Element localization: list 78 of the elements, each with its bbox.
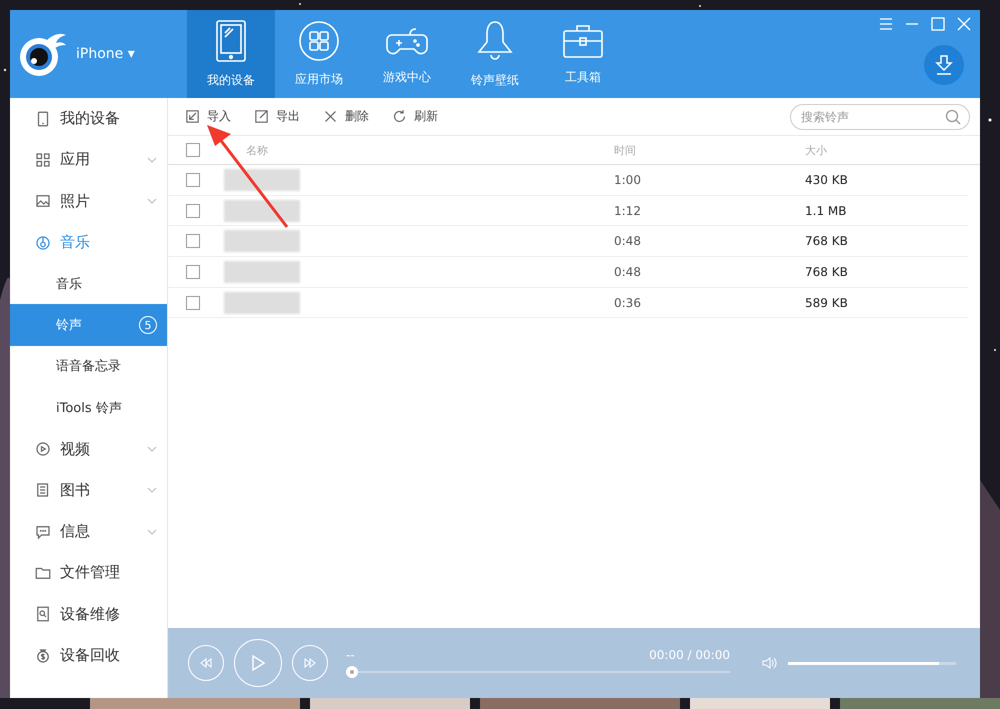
table-cell-text: 1:12: [614, 204, 642, 218]
grid-icon: [34, 150, 52, 169]
maximize-icon[interactable]: [930, 16, 946, 32]
previous-button[interactable]: [188, 645, 224, 681]
sidebar-item[interactable]: 我的设备: [10, 98, 167, 140]
sidebar-item[interactable]: 图书: [10, 470, 167, 511]
table-cell-text: 589 KB: [805, 296, 849, 310]
sidebar-item[interactable]: 设备回收: [10, 634, 167, 676]
import-icon: [184, 108, 201, 125]
track-title: --: [346, 648, 355, 662]
checkbox[interactable]: [186, 143, 200, 157]
table-cell-text: 1.1 MB: [805, 204, 848, 218]
sidebar-subitem[interactable]: iTools 铃声: [10, 387, 167, 428]
table-cell-text: 0:36: [614, 296, 642, 310]
sidebar-label: 设备回收: [60, 646, 121, 665]
table-cell-text: 430 KB: [805, 172, 849, 187]
menu-icon[interactable]: [878, 16, 894, 32]
sidebar-label: 我的设备: [60, 109, 121, 128]
search-field[interactable]: 搜索铃声: [790, 104, 970, 130]
checkbox[interactable]: [186, 172, 200, 187]
count-badge: 5: [139, 316, 157, 334]
close-icon[interactable]: [956, 16, 972, 32]
next-button[interactable]: [292, 645, 328, 681]
apps-icon: [299, 20, 339, 60]
sidebar-label: iTools 铃声: [56, 400, 123, 417]
checkbox[interactable]: [186, 204, 200, 218]
sidebar-label: 铃声: [56, 317, 83, 334]
sidebar-item[interactable]: 设备维修: [10, 594, 167, 635]
toolbar-button[interactable]: 导出: [253, 108, 300, 125]
table-cell-text: 1:00: [614, 172, 642, 187]
fast-forward-icon: [303, 658, 317, 668]
toolbar-button[interactable]: 删除: [322, 108, 369, 125]
sidebar-label: 照片: [60, 192, 91, 211]
table-cell-text: 0:48: [614, 264, 642, 279]
music-disc-icon: [34, 234, 52, 252]
sidebar-label: 设备维修: [60, 604, 121, 624]
toolbox-icon: [563, 22, 603, 58]
toolbar-button[interactable]: 导入: [184, 108, 231, 125]
refresh-icon: [391, 108, 408, 125]
sidebar-label: 应用: [60, 150, 91, 170]
sidebar-subitem[interactable]: 语音备忘录: [10, 346, 167, 388]
toolbar-button[interactable]: 刷新: [391, 108, 438, 125]
play-icon: [251, 655, 265, 671]
rewind-icon: [199, 658, 213, 668]
play-circle-icon: [34, 440, 52, 458]
money-bag-icon: [34, 646, 52, 664]
sidebar-item[interactable]: 视频: [10, 428, 167, 470]
checkbox[interactable]: [186, 296, 200, 310]
sidebar-item[interactable]: 信息: [10, 510, 167, 552]
sidebar-label: 语音备忘录: [56, 358, 122, 376]
nav-tab[interactable]: 我的设备: [187, 10, 275, 98]
sidebar-label: 音乐: [56, 276, 83, 293]
sidebar-subitem[interactable]: 音乐: [10, 263, 167, 304]
checkbox[interactable]: [186, 264, 200, 279]
sidebar-label: 音乐: [60, 233, 91, 252]
table-cell-text: 768 KB: [805, 264, 849, 279]
tablet-icon: [216, 20, 246, 62]
repair-icon: [34, 605, 52, 624]
play-button[interactable]: [234, 639, 282, 687]
export-icon: [253, 108, 270, 125]
sidebar-label: 视频: [60, 440, 91, 459]
checkbox[interactable]: [186, 234, 200, 248]
sidebar-label: 图书: [60, 480, 91, 500]
sidebar-item[interactable]: 照片: [10, 180, 167, 222]
sidebar-label: 文件管理: [60, 563, 121, 582]
table-cell-text: 768 KB: [805, 234, 849, 248]
bell-icon: [475, 20, 515, 62]
download-icon: [935, 55, 953, 75]
search-icon[interactable]: [945, 108, 961, 124]
time-readout: 00:00 / 00:00: [649, 648, 730, 662]
table-cell-text: 0:48: [614, 234, 642, 248]
progress-thumb[interactable]: [346, 666, 358, 678]
eye-logo-icon: [18, 31, 68, 77]
volume-icon[interactable]: [762, 656, 778, 670]
download-button[interactable]: [924, 45, 964, 85]
sidebar-item[interactable]: 文件管理: [10, 552, 167, 594]
sidebar-label: 信息: [60, 522, 91, 542]
sidebar-item[interactable]: 应用: [10, 139, 167, 181]
